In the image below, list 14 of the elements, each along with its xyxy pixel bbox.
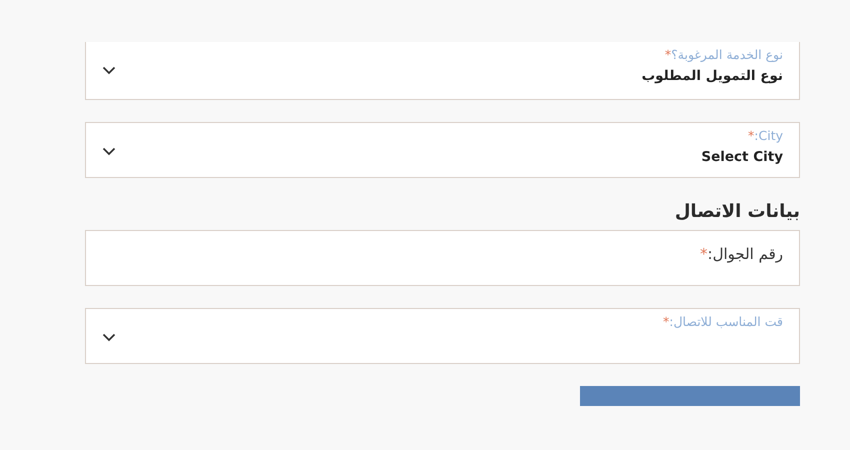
select-field[interactable]: City: * Select City: [85, 122, 800, 178]
field-label: City: *: [748, 127, 783, 145]
section-heading: بيانات الاتصال: [674, 200, 800, 224]
chevron-down-icon: [102, 333, 116, 342]
chevron-down-icon: [102, 66, 116, 75]
field-label: قت المناسب للاتصال:*: [663, 313, 783, 331]
field-label: رقم الجوال:*: [700, 245, 783, 263]
chevron-down-icon: [102, 147, 116, 156]
select-field[interactable]: نوع الخدمة المرغوبة؟* نوع التمويل المطلوب: [85, 42, 800, 100]
field-label: نوع الخدمة المرغوبة؟*: [664, 46, 783, 64]
field-value: نوع التمويل المطلوب: [642, 67, 783, 86]
input-field[interactable]: رقم الجوال:*: [85, 230, 800, 286]
action-button[interactable]: [580, 386, 800, 406]
field-value: Select City: [701, 148, 783, 167]
